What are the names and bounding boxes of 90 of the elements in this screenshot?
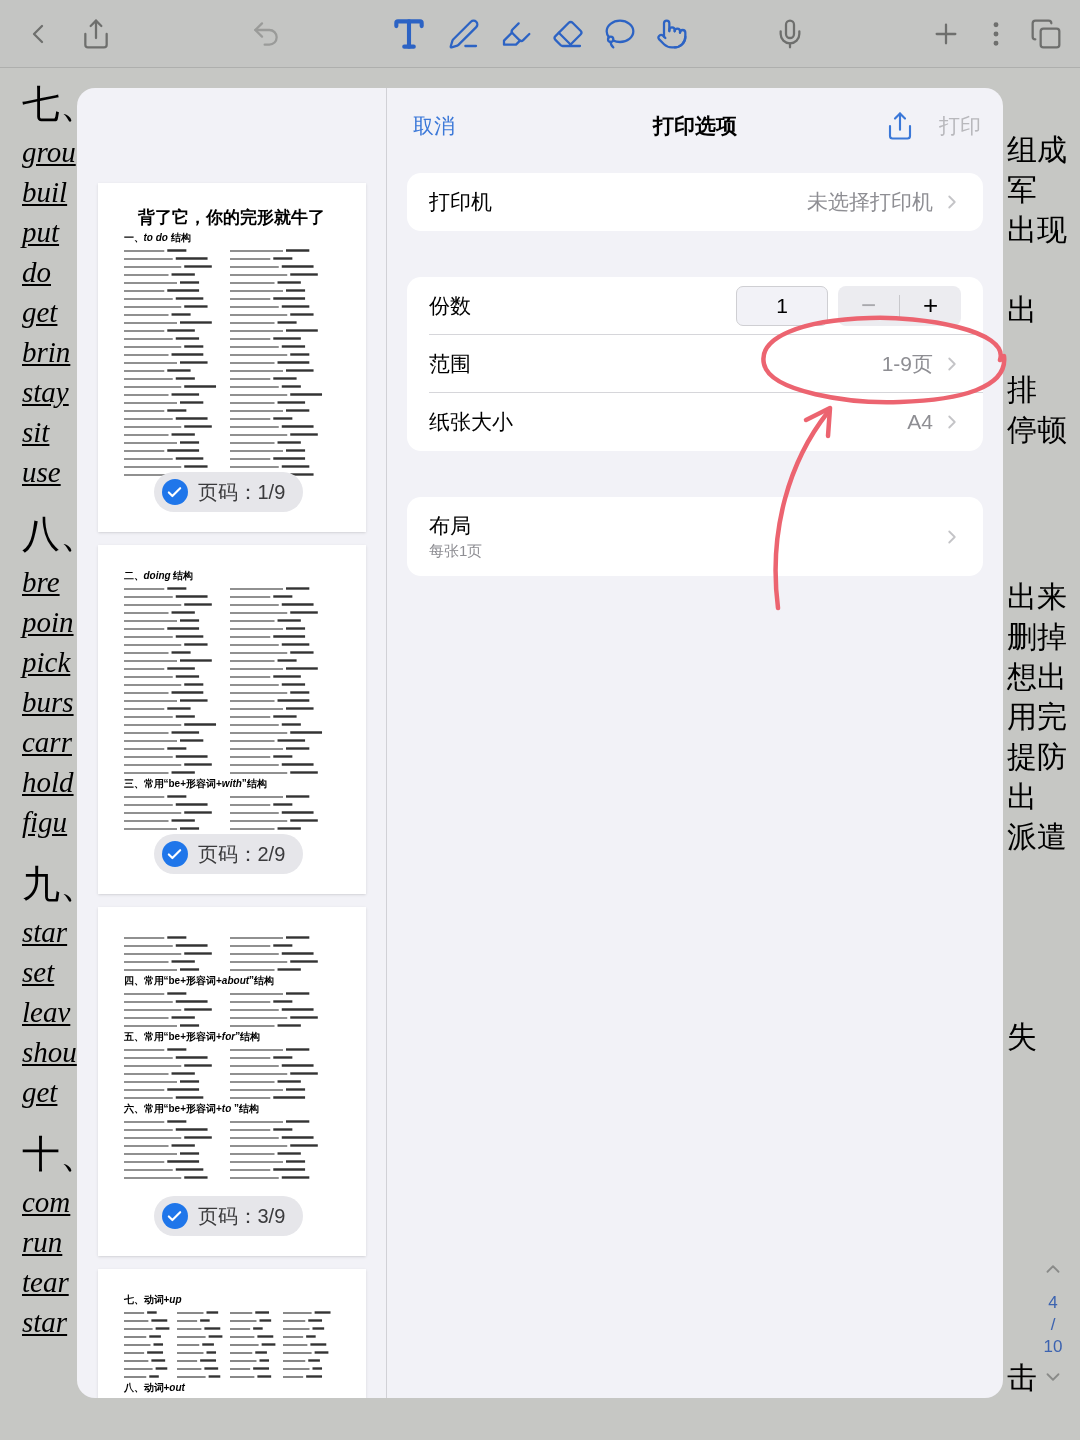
copies-field[interactable]: 1 <box>736 285 828 326</box>
note-word: leav <box>22 995 71 1030</box>
note-word: shou <box>22 1035 77 1070</box>
note-word: com <box>22 1185 71 1220</box>
note-word: 停顿 <box>1007 412 1067 448</box>
checkmark-icon[interactable] <box>161 479 188 505</box>
page-number-label: 页码：1/9 <box>197 480 286 505</box>
note-word: 派遣 <box>1007 819 1067 855</box>
note-word: set <box>22 955 55 990</box>
section-heading: 七、动词+up <box>123 1294 183 1306</box>
note-word: poin <box>22 605 74 640</box>
pen-icon[interactable] <box>448 17 480 50</box>
page-thumbnail[interactable]: 四、常用“be+形容词+about”结构 五、常用“be+形容词+for”结构 六、常用“be+形容词+to ”结构 页码：3/9 <box>97 907 366 1256</box>
page-thumbnail[interactable]: 七、动词+up 八、动词+out <box>97 1269 366 1398</box>
note-word: buil <box>22 175 68 210</box>
note-word: put <box>22 215 60 250</box>
option-subtitle: 每张1页 <box>429 540 483 561</box>
option-row[interactable]: 范围 1-9页 <box>429 335 983 393</box>
note-word: 删掉 <box>1007 619 1067 655</box>
lasso-icon[interactable] <box>604 17 636 50</box>
note-word: brin <box>22 335 71 370</box>
layout-card[interactable]: 布局 每张1页 <box>407 497 983 576</box>
note-heading: 九、 <box>22 862 77 907</box>
page-thumbnail[interactable]: 背了它，你的完形就牛了 一、to do 结构 页码：1/9 <box>97 183 366 532</box>
option-row[interactable]: 打印机 未选择打印机 <box>429 173 983 231</box>
section-heading: 八、动词+out <box>123 1382 186 1394</box>
cancel-button[interactable]: 取消 <box>407 109 455 142</box>
page-number-badge[interactable]: 页码：3/9 <box>153 1196 304 1236</box>
note-heading: 八、 <box>22 512 77 557</box>
note-word: do <box>22 255 51 290</box>
option-label: 范围 <box>429 350 471 377</box>
increment-button[interactable]: + <box>900 285 961 326</box>
note-word: burs <box>22 685 74 720</box>
option-value: 未选择打印机 <box>807 189 933 216</box>
note-word: 想出 <box>1007 659 1067 695</box>
page-indicator: / <box>1050 1314 1056 1336</box>
section-heading: 二、doing 结构 <box>123 570 195 582</box>
note-word: get <box>22 1075 58 1110</box>
note-word: stay <box>22 375 69 410</box>
page-number-label: 页码：2/9 <box>197 842 286 867</box>
note-word: 组成 <box>1007 132 1067 168</box>
checkmark-icon[interactable] <box>161 841 188 867</box>
note-word: 出 <box>1007 292 1037 328</box>
page-number-badge[interactable]: 页码：1/9 <box>153 472 304 512</box>
option-value: A4 <box>907 409 933 436</box>
note-word: carr <box>22 725 72 760</box>
section-heading: 六、常用“be+形容词+to ”结构 <box>123 1103 261 1115</box>
note-word: 排 <box>1007 372 1037 408</box>
note-word: bre <box>22 565 60 600</box>
note-word: use <box>22 455 61 490</box>
note-word: hold <box>22 765 74 800</box>
page-number-badge[interactable]: 页码：2/9 <box>153 834 304 874</box>
option-row[interactable]: 纸张大小 A4 <box>429 393 983 451</box>
note-word: 军 <box>1007 172 1037 208</box>
note-word: tear <box>22 1265 69 1300</box>
note-word: grou <box>22 135 76 170</box>
note-word: 击 <box>1007 1360 1037 1396</box>
document-title: 背了它，你的完形就牛了 <box>137 207 326 229</box>
note-word: 用完 <box>1007 699 1067 735</box>
section-heading: 三、常用“be+形容词+with”结构 <box>123 778 268 790</box>
note-word: star <box>22 1305 68 1340</box>
note-word: 出来 <box>1007 579 1067 615</box>
note-word: get <box>22 295 58 330</box>
dialog-title: 打印选项 <box>653 112 737 139</box>
note-word: 失 <box>1007 1019 1037 1055</box>
page-number-label: 页码：3/9 <box>197 1204 286 1229</box>
note-word: run <box>22 1225 63 1260</box>
option-label: 打印机 <box>429 189 492 216</box>
page-indicator: 10 <box>1043 1336 1063 1358</box>
option-label: 布局 <box>429 512 472 539</box>
pages-icon[interactable] <box>1030 17 1062 50</box>
note-heading: 十、 <box>22 1132 77 1177</box>
note-heading: 七、 <box>22 82 77 127</box>
option-label: 份数 <box>429 292 471 319</box>
option-label: 纸张大小 <box>429 409 513 436</box>
section-heading: 四、常用“be+形容词+about”结构 <box>123 975 276 987</box>
section-heading: 五、常用“be+形容词+for”结构 <box>123 1031 262 1043</box>
section-heading: 一、to do 结构 <box>123 232 192 245</box>
note-word: 出 <box>1007 779 1037 815</box>
checkmark-icon[interactable] <box>161 1203 188 1229</box>
note-word: star <box>22 915 68 950</box>
page-indicator: 4 <box>1048 1292 1058 1314</box>
note-word: 出现 <box>1007 212 1067 248</box>
note-word: pick <box>22 645 71 680</box>
page-thumbnail[interactable]: 二、doing 结构 三、常用“be+形容词+with”结构 页码：2/9 <box>97 545 366 894</box>
note-word: 提防 <box>1007 739 1067 775</box>
hand-icon[interactable] <box>656 17 688 50</box>
note-word: figu <box>22 805 68 840</box>
note-word: sit <box>22 415 50 450</box>
option-value: 1-9页 <box>881 350 933 377</box>
